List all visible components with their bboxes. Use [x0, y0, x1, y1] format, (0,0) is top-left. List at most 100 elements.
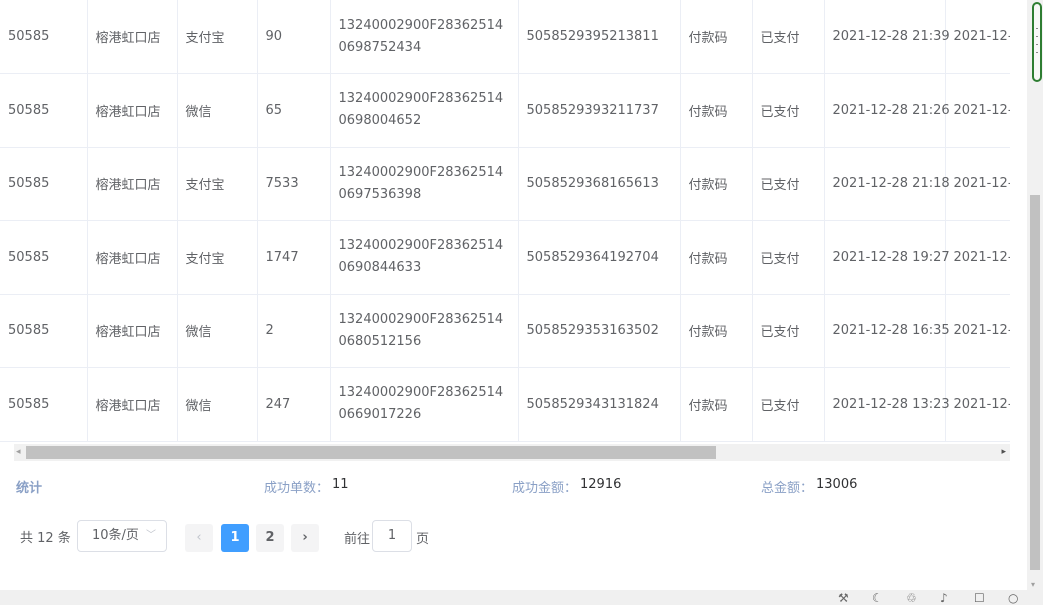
total-amount-label: 总金额： [761, 481, 814, 496]
success-amount-label: 成功金额： [512, 481, 578, 496]
payment-table-body: 50585 榕港虹口店 支付宝 90 13240002900F2836251406987… [0, 0, 1010, 442]
audio-icon[interactable]: ♪ [940, 591, 948, 605]
cell-created-time: 2021-12-28 21:18 [824, 147, 950, 221]
copy-icon[interactable]: ☐ [974, 591, 985, 605]
horizontal-scroll-thumb[interactable] [26, 446, 716, 459]
bottom-toolbar: ⚒ ☾ ♲ ♪ ☐ ○ [0, 590, 1043, 605]
cell-channel: 微信 [177, 294, 258, 368]
cell-trade-no: 5058529353163502 [518, 294, 681, 368]
cell-status: 已支付 [752, 220, 825, 295]
cell-store: 榕港虹口店 [87, 0, 178, 74]
scroll-left-icon[interactable]: ◂ [16, 447, 21, 457]
cell-amount: 90 [257, 0, 331, 74]
vertical-scrollbar[interactable]: ▾ [1027, 0, 1043, 590]
cell-channel: 微信 [177, 73, 258, 148]
cell-paid-time: 2021-12-2 [945, 220, 1010, 295]
cell-status: 已支付 [752, 0, 825, 74]
cell-trade-no: 5058529393211737 [518, 73, 681, 148]
horizontal-scrollbar[interactable]: ◂ ▸ [14, 444, 1010, 461]
cell-amount: 65 [257, 73, 331, 148]
jump-label-suffix: 页 [416, 532, 430, 547]
scroll-down-icon[interactable]: ▾ [1031, 580, 1035, 589]
success-amount-value: 12916 [580, 477, 622, 492]
moon-icon[interactable]: ☾ [872, 591, 883, 605]
jump-page-input[interactable]: 1 [372, 520, 412, 552]
cell-store: 榕港虹口店 [87, 220, 178, 295]
page-scroll-thumb[interactable] [1032, 2, 1042, 82]
cell-order-no: 13240002900F283625140680512156 [330, 294, 519, 368]
cell-paid-time: 2021-12-2 [945, 147, 1010, 221]
cell-id: 50585 [0, 73, 88, 148]
cell-id: 50585 [0, 147, 88, 221]
cell-status: 已支付 [752, 73, 825, 148]
wrench-icon[interactable]: ⚒ [838, 591, 849, 605]
cell-paid-time: 2021-12-2 [945, 0, 1010, 74]
cell-store: 榕港虹口店 [87, 73, 178, 148]
cell-channel: 支付宝 [177, 220, 258, 295]
pagination-total: 共 12 条 [20, 531, 71, 546]
scroll-right-icon[interactable]: ▸ [1001, 447, 1006, 457]
prev-page-button[interactable]: ‹ [185, 524, 213, 552]
jump-label-prefix: 前往 [344, 532, 371, 547]
cell-order-no: 13240002900F283625140698752434 [330, 0, 519, 74]
cell-created-time: 2021-12-28 16:35 [824, 294, 950, 368]
cell-trade-no: 5058529368165613 [518, 147, 681, 221]
page-size-value: 10条/页 [92, 528, 139, 543]
cell-created-time: 2021-12-28 21:26 [824, 73, 950, 148]
pagination: 共 12 条 10条/页 ﹀ ‹ 1 2 › 前往 1 页 [0, 520, 700, 554]
cell-pay-type: 付款码 [680, 294, 753, 368]
cell-id: 50585 [0, 294, 88, 368]
cell-created-time: 2021-12-28 19:27 [824, 220, 950, 295]
cell-pay-type: 付款码 [680, 367, 753, 442]
stats-title: 统计 [16, 481, 43, 496]
cell-trade-no: 5058529343131824 [518, 367, 681, 442]
cell-paid-time: 2021-12-2 [945, 367, 1010, 442]
cell-trade-no: 5058529364192704 [518, 220, 681, 295]
cell-order-no: 13240002900F283625140698004652 [330, 73, 519, 148]
cell-pay-type: 付款码 [680, 73, 753, 148]
chevron-down-icon: ﹀ [146, 530, 156, 541]
vertical-scroll-thumb[interactable] [1030, 195, 1040, 570]
cell-channel: 支付宝 [177, 0, 258, 74]
cell-pay-type: 付款码 [680, 147, 753, 221]
payment-table: 50585 榕港虹口店 支付宝 90 13240002900F2836251406987… [0, 0, 1010, 442]
cell-store: 榕港虹口店 [87, 367, 178, 442]
cell-paid-time: 2021-12-2 [945, 73, 1010, 148]
next-page-button[interactable]: › [291, 524, 319, 552]
table-row[interactable]: 50585 榕港虹口店 微信 2 13240002900F283625140680512… [0, 294, 1010, 368]
cell-amount: 7533 [257, 147, 331, 221]
cell-paid-time: 2021-12-2 [945, 294, 1010, 368]
page-1-button[interactable]: 1 [221, 524, 249, 552]
cell-created-time: 2021-12-28 21:39 [824, 0, 950, 74]
cell-channel: 支付宝 [177, 147, 258, 221]
cell-amount: 247 [257, 367, 331, 442]
cell-store: 榕港虹口店 [87, 147, 178, 221]
page-size-select[interactable]: 10条/页 ﹀ [77, 520, 167, 552]
cell-id: 50585 [0, 367, 88, 442]
page-2-button[interactable]: 2 [256, 524, 284, 552]
cell-status: 已支付 [752, 294, 825, 368]
cell-pay-type: 付款码 [680, 220, 753, 295]
success-count-value: 11 [332, 477, 349, 492]
table-row[interactable]: 50585 榕港虹口店 微信 247 13240002900F2836251406690… [0, 367, 1010, 442]
total-amount-value: 13006 [816, 477, 858, 492]
cell-amount: 2 [257, 294, 331, 368]
cell-channel: 微信 [177, 367, 258, 442]
trash-icon[interactable]: ♲ [906, 591, 917, 605]
cell-order-no: 13240002900F283625140697536398 [330, 147, 519, 221]
cell-amount: 1747 [257, 220, 331, 295]
table-row[interactable]: 50585 榕港虹口店 微信 65 13240002900F28362514069800… [0, 73, 1010, 148]
table-row[interactable]: 50585 榕港虹口店 支付宝 90 13240002900F2836251406987… [0, 0, 1010, 74]
cell-status: 已支付 [752, 367, 825, 442]
cell-id: 50585 [0, 220, 88, 295]
stats-bar: 统计 成功单数： 11 成功金额： 12916 总金额： 13006 [0, 477, 1010, 497]
success-count-label: 成功单数： [264, 481, 330, 496]
cell-id: 50585 [0, 0, 88, 74]
cell-status: 已支付 [752, 147, 825, 221]
cell-trade-no: 5058529395213811 [518, 0, 681, 74]
cell-created-time: 2021-12-28 13:23 [824, 367, 950, 442]
cell-order-no: 13240002900F283625140669017226 [330, 367, 519, 442]
table-row[interactable]: 50585 榕港虹口店 支付宝 7533 13240002900F28362514069… [0, 147, 1010, 221]
search-icon[interactable]: ○ [1008, 591, 1018, 605]
table-row[interactable]: 50585 榕港虹口店 支付宝 1747 13240002900F28362514069… [0, 220, 1010, 295]
